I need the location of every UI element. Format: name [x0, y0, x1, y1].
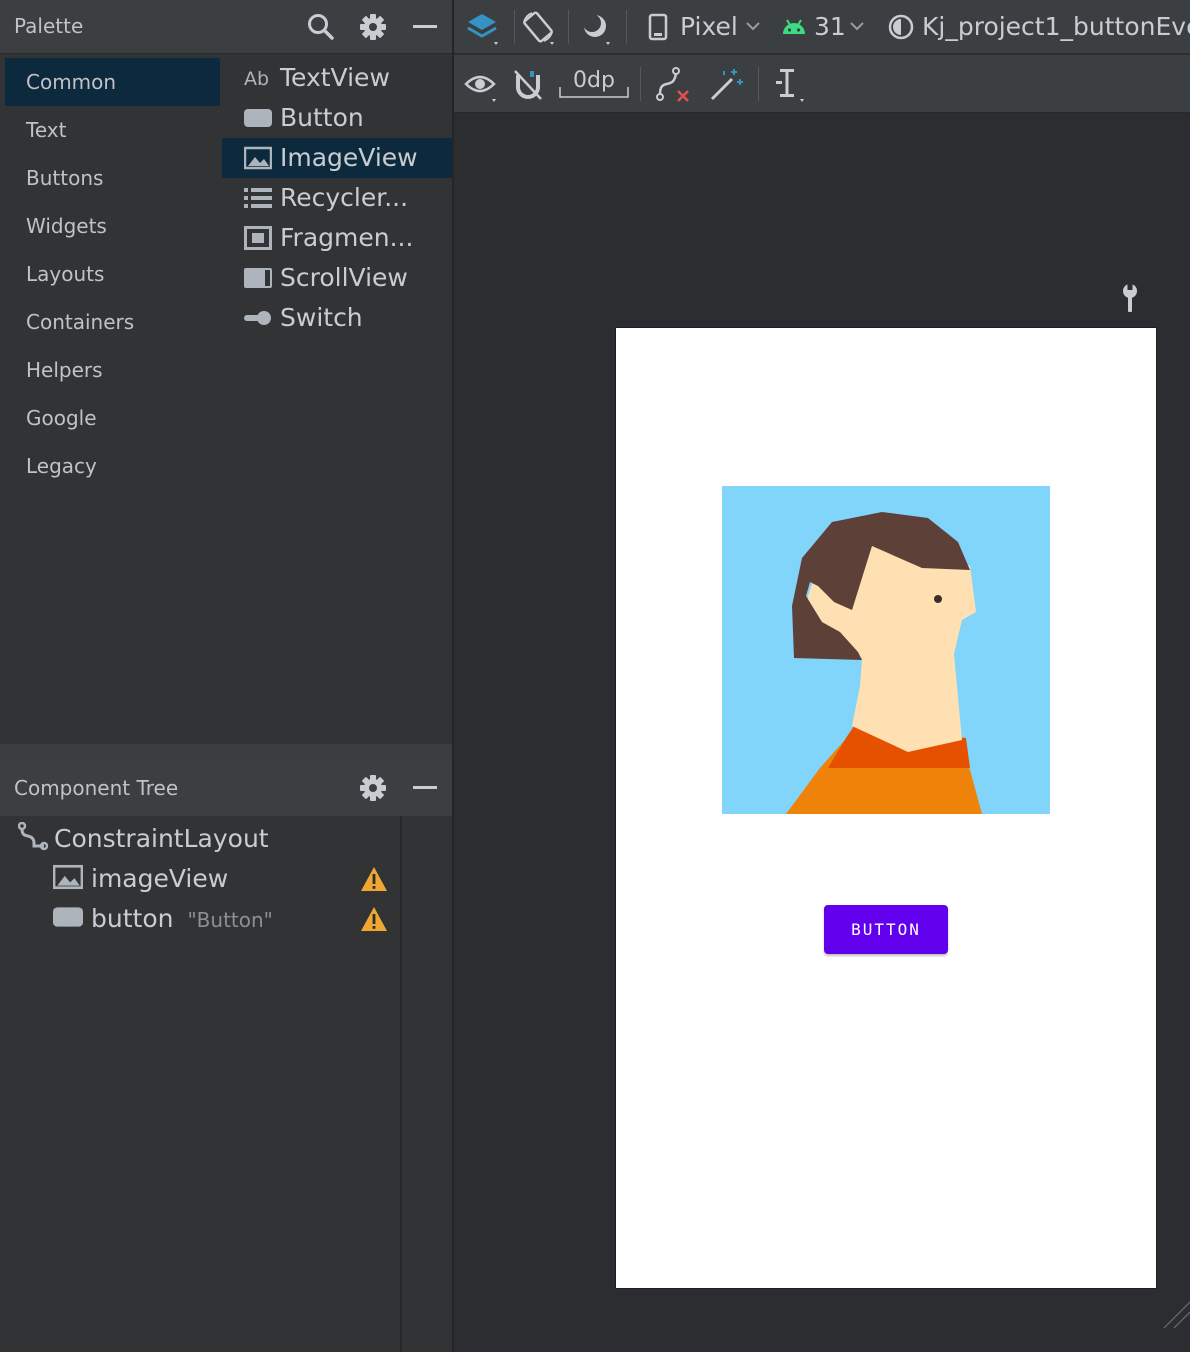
imageview-icon — [52, 864, 84, 890]
palette-item-switch[interactable]: Switch — [222, 298, 452, 338]
palette-item-label: ImageView — [280, 143, 418, 172]
tree-node-imageview[interactable]: imageView — [52, 859, 229, 899]
preview-button[interactable]: BUTTON — [824, 905, 948, 954]
tree-node-label: button — [91, 904, 174, 933]
minimize-icon[interactable] — [410, 12, 440, 42]
warning-icon[interactable] — [360, 906, 388, 932]
theme-icon[interactable] — [886, 12, 916, 42]
preview-imageview[interactable] — [722, 486, 1050, 814]
imageview-icon — [244, 144, 272, 172]
tree-node-label: imageView — [91, 864, 229, 893]
palette-header: Palette — [0, 0, 452, 54]
tree-node-constraintlayout[interactable]: ConstraintLayout — [17, 819, 269, 859]
magnet-off-icon[interactable] — [510, 65, 550, 105]
layers-icon[interactable] — [464, 8, 504, 48]
toolbar-separator — [514, 10, 515, 44]
scrollview-icon — [244, 264, 272, 292]
eye-icon[interactable] — [462, 65, 502, 105]
category-google[interactable]: Google — [5, 394, 220, 442]
fragment-icon — [244, 224, 272, 252]
component-tree-header: Component Tree — [0, 760, 452, 816]
chevron-down-icon[interactable] — [744, 17, 762, 35]
night-mode-icon[interactable] — [576, 8, 616, 48]
constraint-layout-icon — [17, 821, 49, 851]
category-widgets[interactable]: Widgets — [5, 202, 220, 250]
palette-item-label: Recycler... — [280, 183, 409, 212]
design-toolbar: Pixel 31 Kj_project1_buttonEve — [454, 0, 1190, 54]
align-icon[interactable] — [772, 65, 812, 105]
toolbar-separator — [758, 67, 759, 101]
palette-item-label: Fragmen... — [280, 223, 414, 252]
palette-item-label: Button — [280, 103, 364, 132]
device-icon[interactable] — [646, 12, 670, 42]
tree-node-button[interactable]: button "Button" — [53, 899, 273, 939]
switch-icon — [244, 304, 272, 332]
component-tree-title: Component Tree — [14, 776, 179, 800]
category-legacy[interactable]: Legacy — [5, 442, 220, 490]
panel-splitter[interactable] — [0, 744, 452, 760]
gear-icon[interactable] — [358, 12, 388, 42]
avatar-image — [722, 486, 1050, 814]
project-theme-selector[interactable]: Kj_project1_buttonEve — [922, 12, 1190, 41]
orientation-icon[interactable] — [520, 8, 560, 48]
android-icon — [780, 12, 808, 42]
default-margin-selector[interactable]: 0dp — [558, 67, 630, 103]
palette-item-recyclerview[interactable]: Recycler... — [222, 178, 452, 218]
button-icon — [244, 104, 272, 132]
tree-divider — [400, 816, 402, 1352]
button-icon — [53, 907, 83, 927]
magic-wand-icon[interactable] — [706, 65, 746, 105]
api-level-selector[interactable]: 31 — [814, 12, 846, 41]
palette-item-textview[interactable]: Ab TextView — [222, 58, 452, 98]
search-icon[interactable] — [306, 12, 336, 42]
resize-handle-icon[interactable] — [1162, 1300, 1190, 1330]
tree-node-label: ConstraintLayout — [54, 824, 269, 853]
toolbar-separator — [626, 10, 627, 44]
category-helpers[interactable]: Helpers — [5, 346, 220, 394]
gear-icon[interactable] — [358, 773, 388, 803]
category-buttons[interactable]: Buttons — [5, 154, 220, 202]
wrench-icon[interactable] — [1118, 282, 1142, 314]
category-text[interactable]: Text — [5, 106, 220, 154]
device-selector[interactable]: Pixel — [680, 12, 738, 41]
palette-item-label: Switch — [280, 303, 363, 332]
palette-title: Palette — [14, 14, 84, 38]
category-containers[interactable]: Containers — [5, 298, 220, 346]
palette-item-label: ScrollView — [280, 263, 408, 292]
layout-toolbar: 0dp — [454, 55, 1190, 113]
recyclerview-icon — [244, 184, 272, 212]
clear-constraints-icon[interactable] — [654, 65, 694, 105]
margin-value: 0dp — [573, 67, 615, 93]
svg-text:Ab: Ab — [244, 68, 269, 90]
textview-icon: Ab — [244, 64, 272, 92]
toolbar-separator — [640, 67, 641, 101]
warning-icon[interactable] — [360, 866, 388, 892]
chevron-down-icon[interactable] — [848, 17, 866, 35]
minimize-icon[interactable] — [410, 773, 440, 803]
toolbar-separator — [568, 10, 569, 44]
palette-item-scrollview[interactable]: ScrollView — [222, 258, 452, 298]
palette-item-imageview[interactable]: ImageView — [222, 138, 452, 178]
palette-item-fragment[interactable]: Fragmen... — [222, 218, 452, 258]
category-layouts[interactable]: Layouts — [5, 250, 220, 298]
palette-item-label: TextView — [280, 63, 390, 92]
category-common[interactable]: Common — [5, 58, 220, 106]
tree-node-sublabel: "Button" — [187, 908, 273, 932]
palette-item-button[interactable]: Button — [222, 98, 452, 138]
